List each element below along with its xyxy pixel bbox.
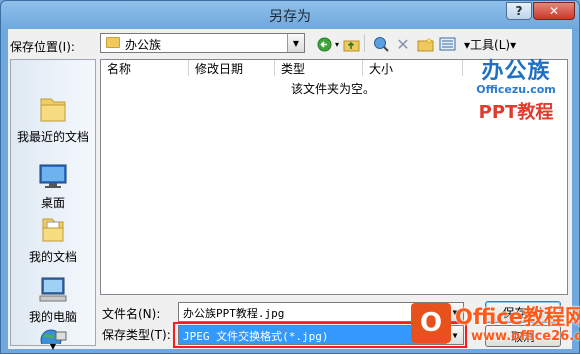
filetype-label: 保存类型(T):	[102, 328, 171, 342]
recent-documents-icon	[40, 98, 66, 122]
chevron-down-icon[interactable]: ▼	[287, 34, 304, 52]
place-label: 我的文档	[28, 250, 77, 264]
folder-icon	[106, 37, 120, 48]
desktop-icon	[39, 164, 67, 188]
title-bar[interactable]: 另存为 ? ✕	[1, 1, 579, 29]
back-dropdown[interactable]: ▾	[333, 36, 341, 52]
places-bar: 我最近的文档 桌面 我的文档 我的电脑 ▼	[10, 59, 96, 351]
watermark-site: Officezu.com	[476, 83, 556, 96]
watermark-bottom: O Office教程网 www.office26.com	[411, 299, 580, 349]
watermark-bottom-site: www.office26.com	[471, 329, 580, 344]
column-header-name[interactable]: 名称	[101, 60, 189, 76]
search-globe-icon	[374, 37, 389, 52]
place-label: 我最近的文档	[16, 130, 89, 144]
place-network[interactable]: ▼	[11, 328, 95, 351]
column-header-type[interactable]: 类型	[275, 60, 363, 76]
watermark-bottom-brand: Office教程网	[455, 305, 580, 329]
column-header-size[interactable]: 大小	[363, 60, 463, 76]
search-web-button[interactable]	[372, 36, 390, 52]
help-button[interactable]: ?	[506, 2, 532, 20]
back-arrow-icon	[317, 37, 331, 51]
my-documents-icon	[42, 218, 64, 242]
save-location-label: 保存位置(I):	[10, 40, 75, 54]
place-label: 我的电脑	[28, 310, 77, 324]
place-recent-documents[interactable]: 我最近的文档	[11, 96, 95, 145]
empty-folder-message: 该文件夹为空。	[291, 82, 376, 96]
dialog-title: 另存为	[269, 9, 311, 25]
watermark-ppt: PPT教程	[478, 102, 554, 123]
my-computer-icon	[39, 277, 67, 302]
back-button[interactable]	[316, 36, 332, 52]
scroll-down-icon[interactable]: ▼	[11, 342, 95, 351]
filename-value: 办公族PPT教程.jpg	[183, 307, 285, 320]
views-icon	[439, 37, 455, 51]
toolbar-separator	[364, 34, 368, 52]
dialog-window: 另存为 ? ✕ 保存位置(I): 办公族 ▼ ▾ ✕ ▾工具(L)▾ 我最近的文…	[0, 0, 580, 354]
place-my-documents[interactable]: 我的文档	[11, 216, 95, 265]
place-label: 桌面	[40, 196, 65, 210]
delete-x-icon: ✕	[396, 34, 410, 54]
office-logo-icon: O	[411, 303, 451, 343]
watermark-top: 办公族 Officezu.com PPT教程	[461, 53, 571, 124]
save-location-value: 办公族	[125, 38, 162, 52]
filename-label: 文件名(N):	[102, 307, 161, 321]
new-folder-button[interactable]	[416, 36, 434, 52]
column-header-date[interactable]: 修改日期	[189, 60, 275, 76]
place-desktop[interactable]: 桌面	[11, 162, 95, 211]
delete-button[interactable]: ✕	[395, 34, 411, 54]
place-my-computer[interactable]: 我的电脑	[11, 276, 95, 325]
views-button[interactable]	[438, 36, 456, 52]
watermark-brand: 办公族	[481, 59, 551, 84]
tools-menu[interactable]: ▾工具(L)▾	[464, 36, 516, 53]
new-folder-icon	[417, 36, 433, 51]
up-folder-button[interactable]	[342, 36, 360, 52]
save-location-combo[interactable]: 办公族 ▼	[100, 33, 305, 53]
up-folder-icon	[343, 40, 359, 51]
close-button[interactable]: ✕	[533, 2, 575, 20]
